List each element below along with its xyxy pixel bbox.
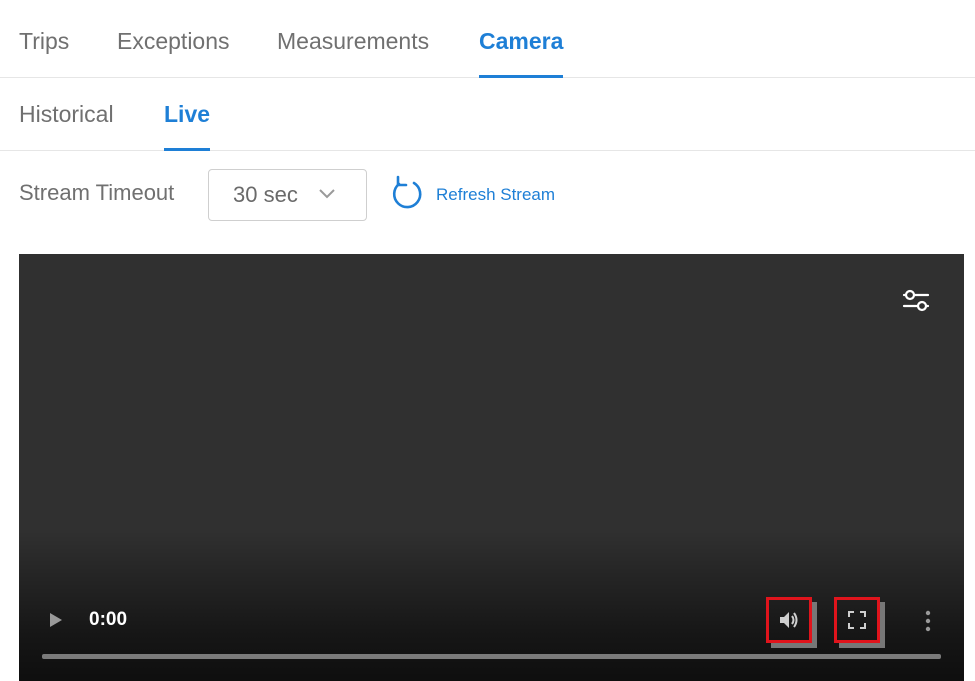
refresh-stream-button[interactable]: Refresh Stream [390, 175, 570, 213]
play-icon[interactable] [47, 611, 65, 629]
stream-timeout-label: Stream Timeout [19, 180, 175, 205]
settings-icon[interactable] [901, 287, 931, 315]
stream-timeout-select[interactable]: 30 sec [208, 169, 367, 221]
chevron-down-icon [319, 189, 335, 199]
sub-tab-bar: Historical Live [0, 78, 975, 151]
fullscreen-icon [848, 611, 866, 629]
tab-live[interactable]: Live [164, 78, 211, 151]
tab-trips[interactable]: Trips [19, 0, 69, 78]
video-player[interactable]: 0:00 [19, 254, 964, 681]
fullscreen-button[interactable] [834, 597, 880, 643]
more-vert-icon[interactable] [923, 609, 933, 633]
progress-bar[interactable] [42, 654, 941, 659]
tab-exceptions[interactable]: Exceptions [117, 0, 230, 78]
refresh-stream-label: Refresh Stream [436, 185, 556, 204]
main-tab-bar: Trips Exceptions Measurements Camera [0, 0, 975, 78]
current-time: 0:00 [89, 609, 128, 630]
stream-timeout-value: 30 sec [233, 182, 298, 207]
volume-icon [780, 612, 798, 628]
tab-camera[interactable]: Camera [479, 0, 564, 78]
tab-historical[interactable]: Historical [19, 78, 114, 151]
mute-button[interactable] [766, 597, 812, 643]
tab-measurements[interactable]: Measurements [277, 0, 429, 78]
refresh-icon [392, 175, 422, 209]
